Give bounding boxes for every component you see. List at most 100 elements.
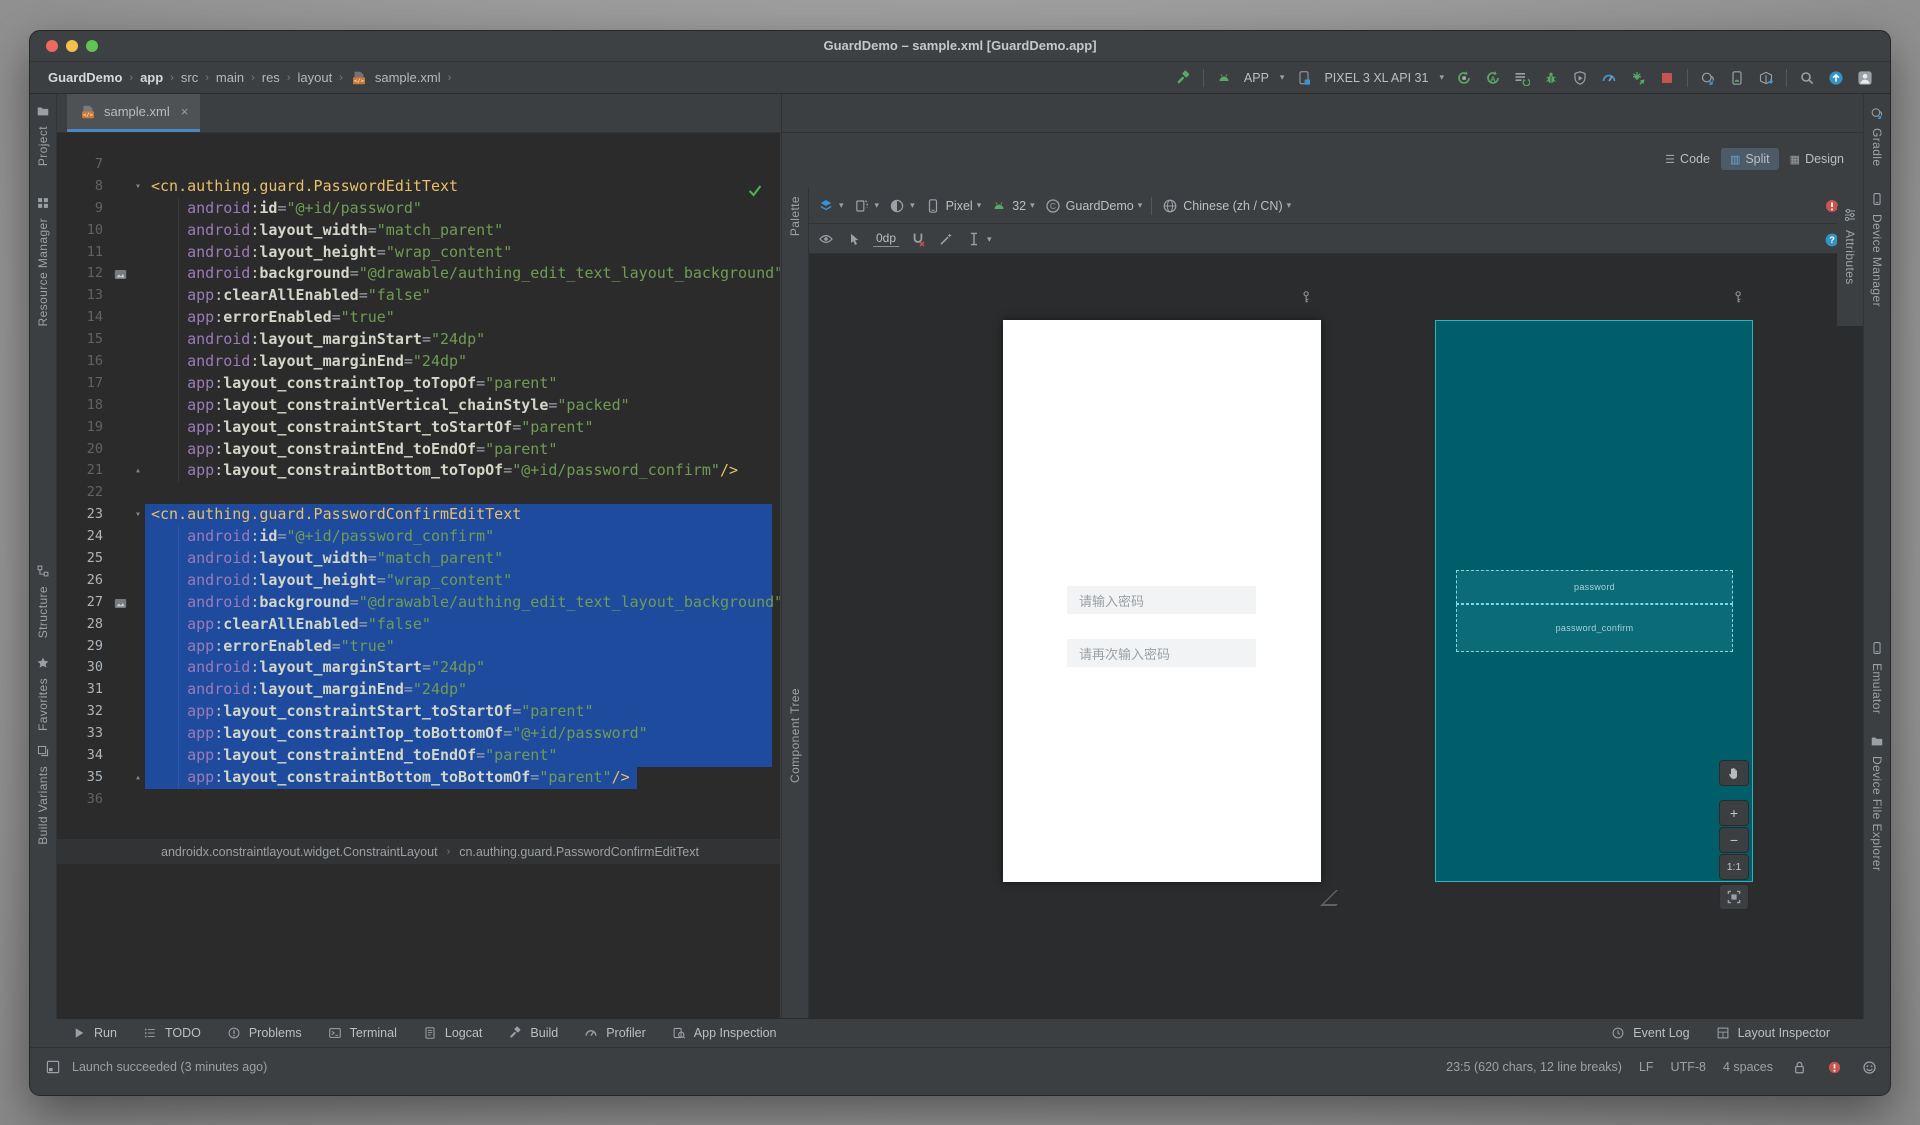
close-icon[interactable]: ×	[181, 104, 189, 119]
code-line[interactable]: 27 android:background="@drawable/authing…	[57, 591, 780, 614]
indent-size[interactable]: 4 spaces	[1723, 1060, 1773, 1074]
breadcrumb-item[interactable]: GuardDemo	[48, 70, 122, 85]
magnet-icon[interactable]	[909, 230, 927, 248]
orientation-icon[interactable]	[853, 197, 871, 215]
tab-sample-xml[interactable]: </> sample.xml ×	[67, 94, 201, 132]
sidebar-item-resource-manager[interactable]: Resource Manager	[30, 194, 56, 326]
code-line[interactable]: 11 android:layout_height="wrap_content"	[57, 242, 780, 264]
text-tool-icon[interactable]	[965, 230, 983, 248]
toolwindow-button-run[interactable]: Run	[70, 1024, 117, 1042]
code-line[interactable]: 22	[57, 482, 780, 504]
device-selector[interactable]: PIXEL 3 XL API 31	[1324, 71, 1428, 85]
code-line[interactable]: 36	[57, 789, 780, 811]
zoom-out-button[interactable]: −	[1719, 827, 1749, 853]
code-line[interactable]: 8 ▾ <cn.authing.guard.PasswordEditText	[57, 176, 780, 198]
toolwindow-button-todo[interactable]: TODO	[141, 1024, 201, 1042]
code-line[interactable]: 26 android:layout_height="wrap_content"	[57, 569, 780, 592]
code-line[interactable]: 14 app:errorEnabled="true"	[57, 307, 780, 329]
image-preview-icon[interactable]	[113, 595, 129, 611]
toolwindow-button-build[interactable]: Build	[506, 1024, 558, 1042]
toolwindow-button-app-inspection[interactable]: App Inspection	[670, 1024, 777, 1042]
blueprint-password-box[interactable]: password	[1456, 570, 1733, 604]
rerun-tasks-icon[interactable]	[1513, 69, 1531, 87]
fold-marker-icon[interactable]: ▾	[135, 176, 141, 198]
build-hammer-icon[interactable]	[1174, 69, 1192, 87]
component-tree-tab[interactable]: Component Tree	[782, 688, 808, 783]
infer-constraints-icon[interactable]	[937, 230, 955, 248]
error-badge-icon[interactable]	[1825, 1058, 1843, 1076]
code-line[interactable]: 20 app:layout_constraintEnd_toEndOf="par…	[57, 439, 780, 461]
code-line[interactable]: 35 ▴ app:layout_constraintBottom_toBottom…	[57, 766, 780, 789]
sdk-manager-icon[interactable]	[1757, 69, 1775, 87]
code-line[interactable]: 9 android:id="@+id/password"	[57, 198, 780, 220]
file-encoding[interactable]: UTF-8	[1671, 1060, 1706, 1074]
sidebar-item-emulator[interactable]: Emulator	[1864, 639, 1890, 714]
title-bar[interactable]: GuardDemo – sample.xml [GuardDemo.app]	[30, 31, 1890, 62]
layers-icon[interactable]	[817, 197, 835, 215]
locale-dropdown[interactable]: Chinese (zh / CN) ▾	[1161, 197, 1291, 215]
fold-marker-icon[interactable]: ▾	[135, 504, 141, 526]
sidebar-item-favorites[interactable]: Favorites	[30, 654, 56, 731]
toolwindow-button-terminal[interactable]: Terminal	[326, 1024, 397, 1042]
fold-marker-icon[interactable]: ▴	[135, 460, 141, 482]
caret-position[interactable]: 23:5 (620 chars, 12 line breaks)	[1446, 1060, 1622, 1074]
sidebar-item-device-file-explorer[interactable]: Device File Explorer	[1864, 732, 1890, 871]
password-field[interactable]: 请输入密码	[1067, 586, 1256, 614]
view-mode-split[interactable]: ▥ Split	[1720, 148, 1779, 170]
breadcrumb-item[interactable]: main	[216, 70, 244, 85]
code-line[interactable]: 25 android:layout_width="match_parent"	[57, 548, 780, 570]
line-ending[interactable]: LF	[1639, 1060, 1654, 1074]
sync-project-icon[interactable]	[1629, 69, 1647, 87]
code-line[interactable]: 7	[57, 154, 780, 176]
apply-changes-icon[interactable]	[1455, 69, 1473, 87]
chevron-down-icon[interactable]: ▾	[1439, 73, 1444, 82]
eye-icon[interactable]	[817, 230, 835, 248]
code-line[interactable]: 33 app:layout_constraintTop_toBottomOf="…	[57, 723, 780, 745]
toolwindow-button-problems[interactable]: Problems	[225, 1024, 302, 1042]
sidebar-item-build-variants[interactable]: Build Variants	[30, 742, 56, 845]
zoom-in-button[interactable]: +	[1719, 800, 1749, 826]
sidebar-item-gradle[interactable]: Gradle	[1864, 104, 1890, 166]
pan-hand-button[interactable]	[1719, 760, 1749, 786]
breadcrumb-item[interactable]: res	[262, 70, 280, 85]
stop-icon[interactable]	[1658, 69, 1676, 87]
smiley-icon[interactable]	[1860, 1058, 1878, 1076]
palette-tab[interactable]: Palette	[782, 196, 808, 236]
sidebar-item-device-manager[interactable]: Device Manager	[1864, 190, 1890, 307]
code-line[interactable]: 29 app:errorEnabled="true"	[57, 635, 780, 658]
view-mode-code[interactable]: ☰ Code	[1656, 148, 1719, 170]
device-dropdown[interactable]: Pixel ▾	[924, 197, 981, 215]
code-line[interactable]: 24 android:id="@+id/password_confirm"	[57, 526, 780, 548]
debug-icon[interactable]	[1542, 69, 1560, 87]
toolwindow-button-layout-inspector[interactable]: Layout Inspector	[1714, 1024, 1830, 1042]
toolwindow-button-logcat[interactable]: Logcat	[421, 1024, 482, 1042]
code-line[interactable]: 32 app:layout_constraintStart_toStartOf=…	[57, 701, 780, 724]
attach-debugger-icon[interactable]	[1571, 69, 1589, 87]
zoom-reset-button[interactable]: 1:1	[1719, 854, 1749, 880]
chevron-down-icon[interactable]: ▾	[1280, 73, 1285, 82]
sidebar-item-project[interactable]: Project	[30, 102, 56, 166]
run-config-selector[interactable]: APP	[1244, 71, 1269, 85]
code-line[interactable]: 34 app:layout_constraintEnd_toEndOf="par…	[57, 745, 780, 767]
api-dropdown[interactable]: 32 ▾	[990, 197, 1035, 215]
profiler-icon[interactable]	[1600, 69, 1618, 87]
design-preview-phone[interactable]: 请输入密码 请再次输入密码	[1003, 320, 1321, 882]
blueprint-preview-phone[interactable]: password password_confirm	[1435, 320, 1753, 882]
device-manager-icon[interactable]	[1728, 69, 1746, 87]
code-line[interactable]: 17 app:layout_constraintTop_toTopOf="par…	[57, 373, 780, 395]
breadcrumb-item[interactable]: androidx.constraintlayout.widget.Constra…	[161, 845, 438, 859]
code-line[interactable]: 18 app:layout_constraintVertical_chainSt…	[57, 395, 780, 417]
code-line[interactable]: 13 app:clearAllEnabled="false"	[57, 285, 780, 307]
breadcrumb-item[interactable]: cn.authing.guard.PasswordConfirmEditText	[459, 845, 699, 859]
theme-dropdown[interactable]: C GuardDemo ▾	[1044, 197, 1142, 215]
cursor-icon[interactable]	[845, 230, 863, 248]
code-line[interactable]: 31 android:layout_marginEnd="24dp"	[57, 679, 780, 702]
blueprint-password-confirm-box[interactable]: password_confirm	[1456, 604, 1733, 652]
update-icon[interactable]	[1827, 69, 1845, 87]
search-icon[interactable]	[1798, 69, 1816, 87]
sidebar-item-structure[interactable]: Structure	[30, 562, 56, 638]
breadcrumb-item[interactable]: layout	[297, 70, 332, 85]
code-editor[interactable]: 7 8 ▾ <cn.authing.guard.PasswordEditText 9 a…	[57, 133, 780, 837]
code-line[interactable]: 16 android:layout_marginEnd="24dp"	[57, 351, 780, 373]
toolwindow-icon[interactable]	[44, 1058, 62, 1076]
